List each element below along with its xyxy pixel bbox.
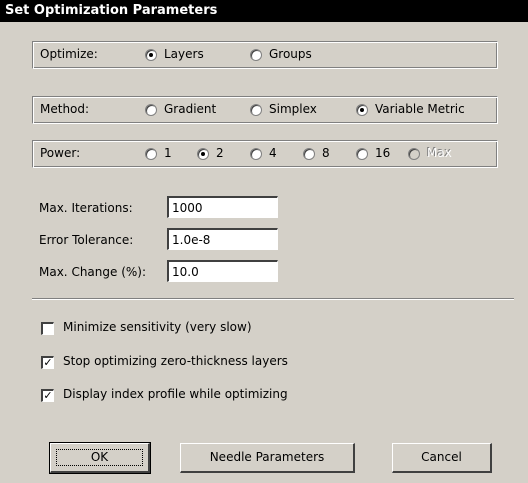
optimize-label: Optimize:: [40, 47, 98, 61]
method-label: Method:: [40, 102, 90, 116]
separator: [32, 298, 514, 300]
power-2-label[interactable]: 2: [216, 146, 224, 160]
needle-parameters-label: Needle Parameters: [209, 450, 325, 464]
power-8-label[interactable]: 8: [322, 146, 330, 160]
optimization-dialog: Set Optimization Parameters Optimize: La…: [0, 0, 528, 483]
stop-zero-thickness-label[interactable]: Stop optimizing zero-thickness layers: [63, 354, 288, 368]
power-16-label[interactable]: 16: [375, 146, 390, 160]
power-max-label: Max: [427, 146, 452, 160]
optimize-groups-radio[interactable]: [250, 49, 262, 61]
power-8-radio[interactable]: [303, 148, 315, 160]
power-1-label[interactable]: 1: [164, 146, 172, 160]
ok-focus-rect: [56, 449, 143, 466]
display-index-profile-checkbox[interactable]: ✓: [41, 389, 54, 402]
display-index-profile-label[interactable]: Display index profile while optimizing: [63, 387, 288, 401]
power-4-label[interactable]: 4: [269, 146, 277, 160]
method-group: Method: Gradient Simplex Variable Metric: [32, 96, 498, 124]
method-variable-metric-label[interactable]: Variable Metric: [375, 102, 465, 116]
optimize-group: Optimize: Layers Groups: [32, 41, 498, 69]
stop-zero-thickness-checkbox[interactable]: ✓: [41, 356, 54, 369]
max-iterations-field[interactable]: [167, 196, 278, 218]
power-label: Power:: [40, 146, 81, 160]
ok-button[interactable]: OK: [49, 442, 151, 474]
needle-parameters-button[interactable]: Needle Parameters: [180, 443, 355, 473]
power-max-radio: [408, 148, 420, 160]
max-change-label: Max. Change (%):: [39, 265, 147, 279]
optimize-layers-radio[interactable]: [145, 49, 157, 61]
method-gradient-label[interactable]: Gradient: [164, 102, 216, 116]
method-simplex-label[interactable]: Simplex: [269, 102, 317, 116]
optimize-layers-label[interactable]: Layers: [164, 47, 204, 61]
power-16-radio[interactable]: [356, 148, 368, 160]
method-simplex-radio[interactable]: [250, 104, 262, 116]
power-2-radio[interactable]: [197, 148, 209, 160]
minimize-sensitivity-checkbox[interactable]: [41, 322, 54, 335]
error-tolerance-label: Error Tolerance:: [39, 233, 134, 247]
max-change-field[interactable]: [167, 260, 278, 282]
optimize-groups-label[interactable]: Groups: [269, 47, 312, 61]
method-gradient-radio[interactable]: [145, 104, 157, 116]
power-4-radio[interactable]: [250, 148, 262, 160]
power-group: Power: 1 2 4 8 16 Max: [32, 140, 498, 168]
cancel-button[interactable]: Cancel: [392, 443, 492, 473]
power-1-radio[interactable]: [145, 148, 157, 160]
dialog-title: Set Optimization Parameters: [0, 0, 528, 22]
cancel-button-label: Cancel: [421, 450, 462, 464]
max-iterations-label: Max. Iterations:: [39, 201, 133, 215]
method-variable-metric-radio[interactable]: [356, 104, 368, 116]
minimize-sensitivity-label[interactable]: Minimize sensitivity (very slow): [63, 320, 252, 334]
error-tolerance-field[interactable]: [167, 228, 278, 250]
